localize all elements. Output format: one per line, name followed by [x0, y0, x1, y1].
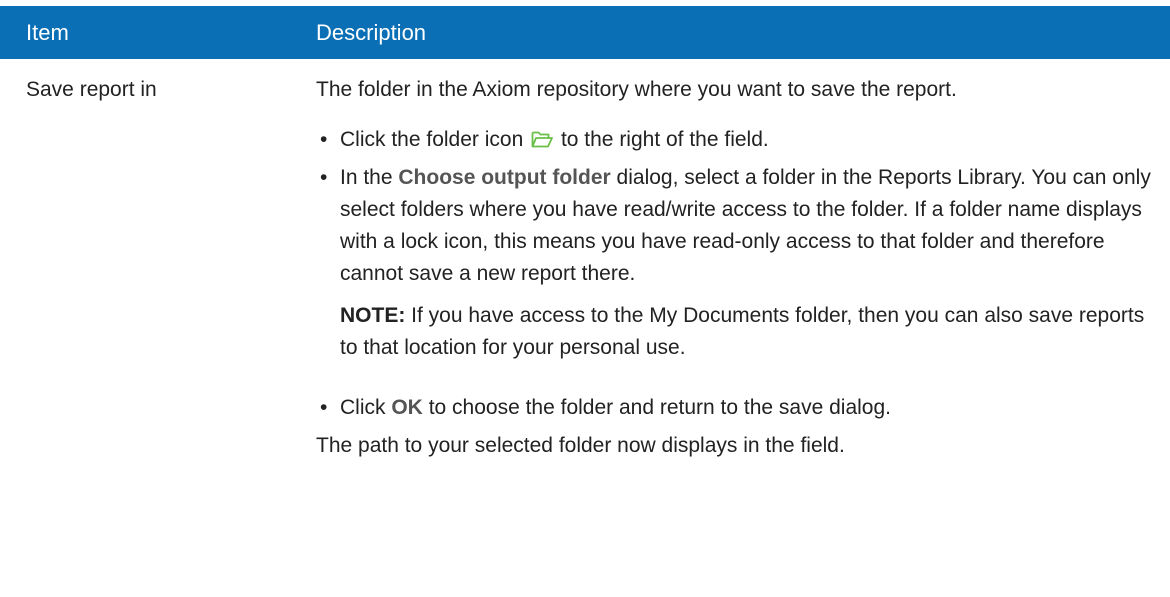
list-item: • Click the folder icon to the right of … — [316, 124, 1156, 156]
step-text: to choose the folder and return to the s… — [428, 396, 891, 419]
bullet-icon: • — [320, 166, 328, 189]
bullet-icon: • — [320, 396, 328, 419]
header-item: Item — [26, 20, 69, 45]
note-text: NOTE: If you have access to the My Docum… — [340, 300, 1156, 364]
description-table: Item Description Save report in The fold… — [0, 6, 1170, 597]
final-text: The path to your selected folder now dis… — [316, 434, 845, 457]
item-cell: Save report in — [26, 78, 157, 101]
step-text: to the right of the field. — [560, 128, 769, 151]
intro-text: The folder in the Axiom repository where… — [316, 78, 957, 101]
steps-list: • Click the folder icon to the right of … — [316, 124, 1156, 290]
note-label: NOTE: — [340, 304, 406, 327]
bullet-icon: • — [320, 128, 328, 151]
list-item: • Click OK to choose the folder and retu… — [316, 392, 1156, 424]
step-text: Click the folder icon — [340, 128, 524, 151]
header-description: Description — [316, 20, 427, 45]
step-text: In the — [340, 166, 393, 189]
list-item: • In the Choose output folder dialog, se… — [316, 162, 1156, 290]
steps-list: • Click OK to choose the folder and retu… — [316, 392, 1156, 424]
ui-term-dialog: Choose output folder — [398, 166, 611, 189]
folder-open-icon — [531, 131, 553, 148]
table-row: Save report in The folder in the Axiom r… — [0, 59, 1170, 597]
ui-term-ok: OK — [391, 396, 423, 419]
note-body: If you have access to the My Documents f… — [340, 304, 1145, 359]
description-cell: The folder in the Axiom repository where… — [316, 74, 1156, 462]
table-header: Item Description — [0, 6, 1170, 59]
step-text: Click — [340, 396, 386, 419]
